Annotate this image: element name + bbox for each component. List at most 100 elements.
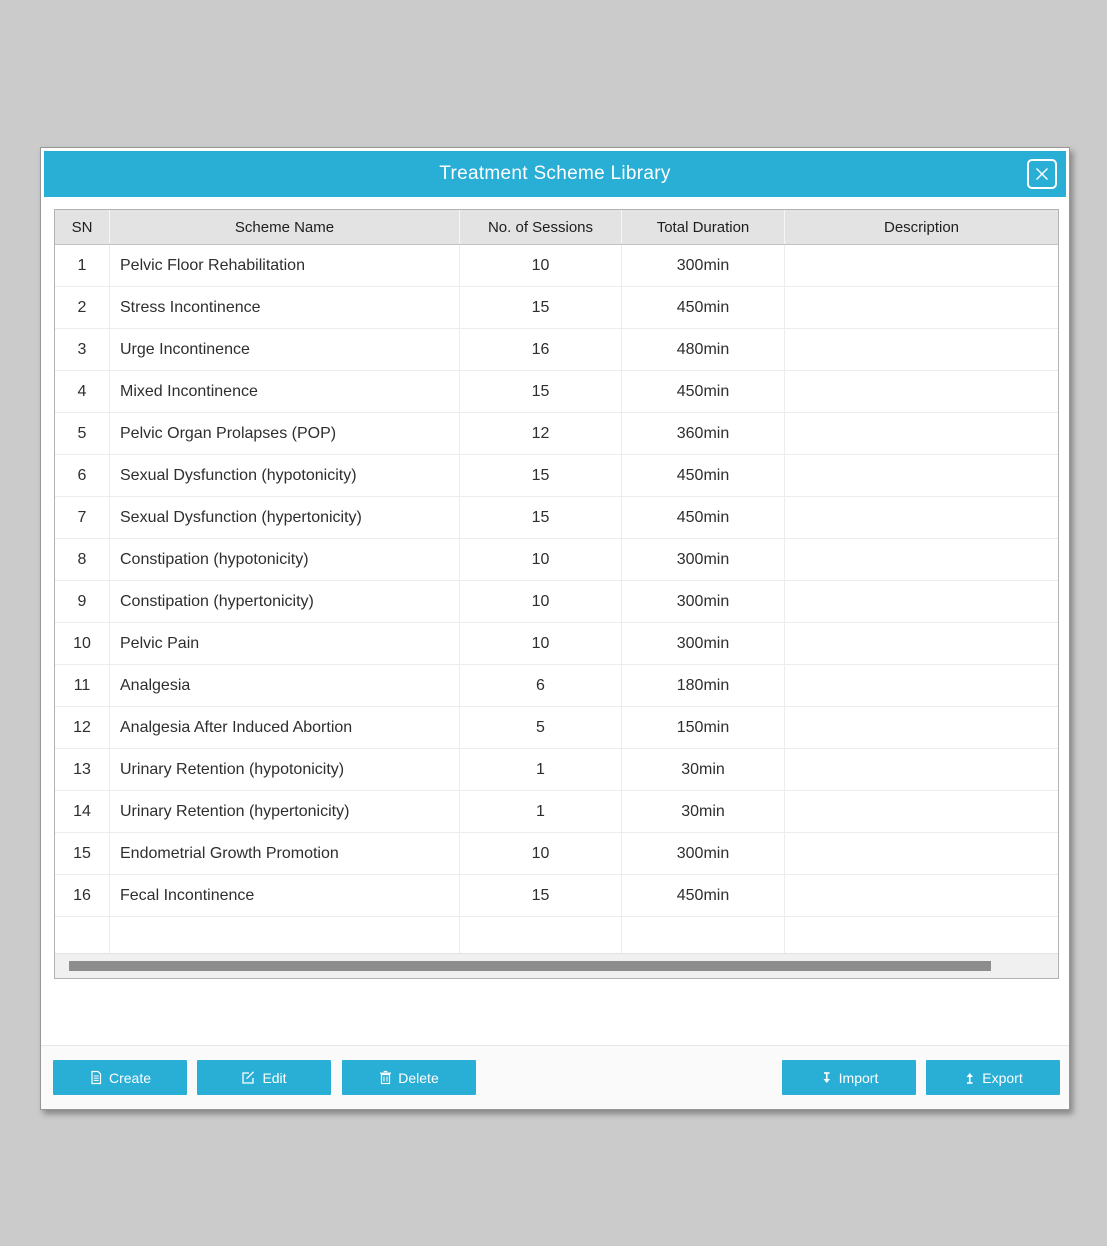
cell-sessions: 10 [460,623,622,664]
import-button[interactable]: Import [782,1060,916,1095]
cell-duration: 30min [622,749,785,790]
cell-scheme-name: Stress Incontinence [110,287,460,328]
scrollbar-thumb[interactable] [69,961,991,971]
dialog-titlebar: Treatment Scheme Library [44,151,1066,197]
cell-duration: 150min [622,707,785,748]
column-header-sn: SN [55,210,110,244]
cell-duration: 30min [622,791,785,832]
cell-sn: 7 [55,497,110,538]
cell-duration: 180min [622,665,785,706]
table-row[interactable]: 7 Sexual Dysfunction (hypertonicity) 15 … [55,497,1058,539]
cell-sn: 16 [55,875,110,916]
create-button[interactable]: Create [53,1060,187,1095]
cell-sn: 10 [55,623,110,664]
delete-button-label: Delete [398,1070,438,1086]
table-row[interactable]: 3 Urge Incontinence 16 480min [55,329,1058,371]
column-header-sessions: No. of Sessions [460,210,622,244]
cell-sn: 2 [55,287,110,328]
cell-sessions: 15 [460,455,622,496]
cell-duration: 450min [622,497,785,538]
cell-description [785,875,1058,916]
table-row[interactable]: 4 Mixed Incontinence 15 450min [55,371,1058,413]
column-header-duration: Total Duration [622,210,785,244]
cell-sessions: 15 [460,371,622,412]
cell-description [785,245,1058,286]
cell-scheme-name: Constipation (hypotonicity) [110,539,460,580]
cell-sn: 15 [55,833,110,874]
cell-scheme-name: Endometrial Growth Promotion [110,833,460,874]
cell-sessions: 1 [460,791,622,832]
treatment-scheme-library-dialog: Treatment Scheme Library SN Scheme Name … [40,147,1070,1110]
cell-description [785,749,1058,790]
table-row[interactable]: 2 Stress Incontinence 15 450min [55,287,1058,329]
cell-sessions: 10 [460,833,622,874]
table-row[interactable]: 8 Constipation (hypotonicity) 10 300min [55,539,1058,581]
export-arrow-up-icon [963,1071,976,1085]
column-header-scheme-name: Scheme Name [110,210,460,244]
cell-sn: 3 [55,329,110,370]
cell-scheme-name: Pelvic Organ Prolapses (POP) [110,413,460,454]
cell-sn: 12 [55,707,110,748]
cell-duration: 450min [622,875,785,916]
cell-duration: 300min [622,245,785,286]
cell-sessions: 16 [460,329,622,370]
scheme-table: SN Scheme Name No. of Sessions Total Dur… [54,209,1059,979]
cell-description [785,791,1058,832]
cell-description [785,413,1058,454]
cell-scheme-name: Analgesia [110,665,460,706]
cell-sn: 8 [55,539,110,580]
cell-scheme-name: Sexual Dysfunction (hypertonicity) [110,497,460,538]
cell-description [785,833,1058,874]
close-icon [1033,165,1051,183]
cell-description [785,581,1058,622]
cell-scheme-name: Constipation (hypertonicity) [110,581,460,622]
cell-sessions: 15 [460,287,622,328]
import-arrow-down-icon [820,1071,833,1085]
cell-description [785,707,1058,748]
cell-description [785,539,1058,580]
table-row[interactable]: 13 Urinary Retention (hypotonicity) 1 30… [55,749,1058,791]
table-row[interactable]: 10 Pelvic Pain 10 300min [55,623,1058,665]
table-row[interactable]: 11 Analgesia 6 180min [55,665,1058,707]
table-row[interactable]: 5 Pelvic Organ Prolapses (POP) 12 360min [55,413,1058,455]
create-button-label: Create [109,1070,151,1086]
cell-scheme-name: Urinary Retention (hypertonicity) [110,791,460,832]
cell-scheme-name: Fecal Incontinence [110,875,460,916]
close-button[interactable] [1027,159,1057,189]
cell-duration: 300min [622,623,785,664]
cell-scheme-name: Urge Incontinence [110,329,460,370]
table-row[interactable]: 14 Urinary Retention (hypertonicity) 1 3… [55,791,1058,833]
export-button[interactable]: Export [926,1060,1060,1095]
edit-button[interactable]: Edit [197,1060,331,1095]
cell-sn: 1 [55,245,110,286]
cell-duration: 450min [622,455,785,496]
cell-description [785,623,1058,664]
table-row[interactable]: 15 Endometrial Growth Promotion 10 300mi… [55,833,1058,875]
table-row[interactable]: 16 Fecal Incontinence 15 450min [55,875,1058,917]
cell-sn: 13 [55,749,110,790]
cell-sn: 9 [55,581,110,622]
cell-duration: 360min [622,413,785,454]
cell-duration: 450min [622,371,785,412]
cell-sn: 11 [55,665,110,706]
cell-scheme-name: Sexual Dysfunction (hypotonicity) [110,455,460,496]
table-row[interactable]: 9 Constipation (hypertonicity) 10 300min [55,581,1058,623]
table-row[interactable]: 12 Analgesia After Induced Abortion 5 15… [55,707,1058,749]
cell-duration: 300min [622,539,785,580]
dialog-title: Treatment Scheme Library [439,163,670,185]
table-row[interactable]: 6 Sexual Dysfunction (hypotonicity) 15 4… [55,455,1058,497]
import-button-label: Import [839,1070,879,1086]
cell-sn: 4 [55,371,110,412]
cell-scheme-name: Urinary Retention (hypotonicity) [110,749,460,790]
edit-pencil-icon [241,1070,256,1085]
horizontal-scrollbar[interactable] [55,953,1058,978]
cell-duration: 450min [622,287,785,328]
trash-icon [379,1070,392,1085]
delete-button[interactable]: Delete [342,1060,476,1095]
cell-description [785,455,1058,496]
cell-sessions: 15 [460,875,622,916]
table-row[interactable]: 1 Pelvic Floor Rehabilitation 10 300min [55,245,1058,287]
cell-sessions: 6 [460,665,622,706]
cell-scheme-name: Mixed Incontinence [110,371,460,412]
cell-duration: 480min [622,329,785,370]
